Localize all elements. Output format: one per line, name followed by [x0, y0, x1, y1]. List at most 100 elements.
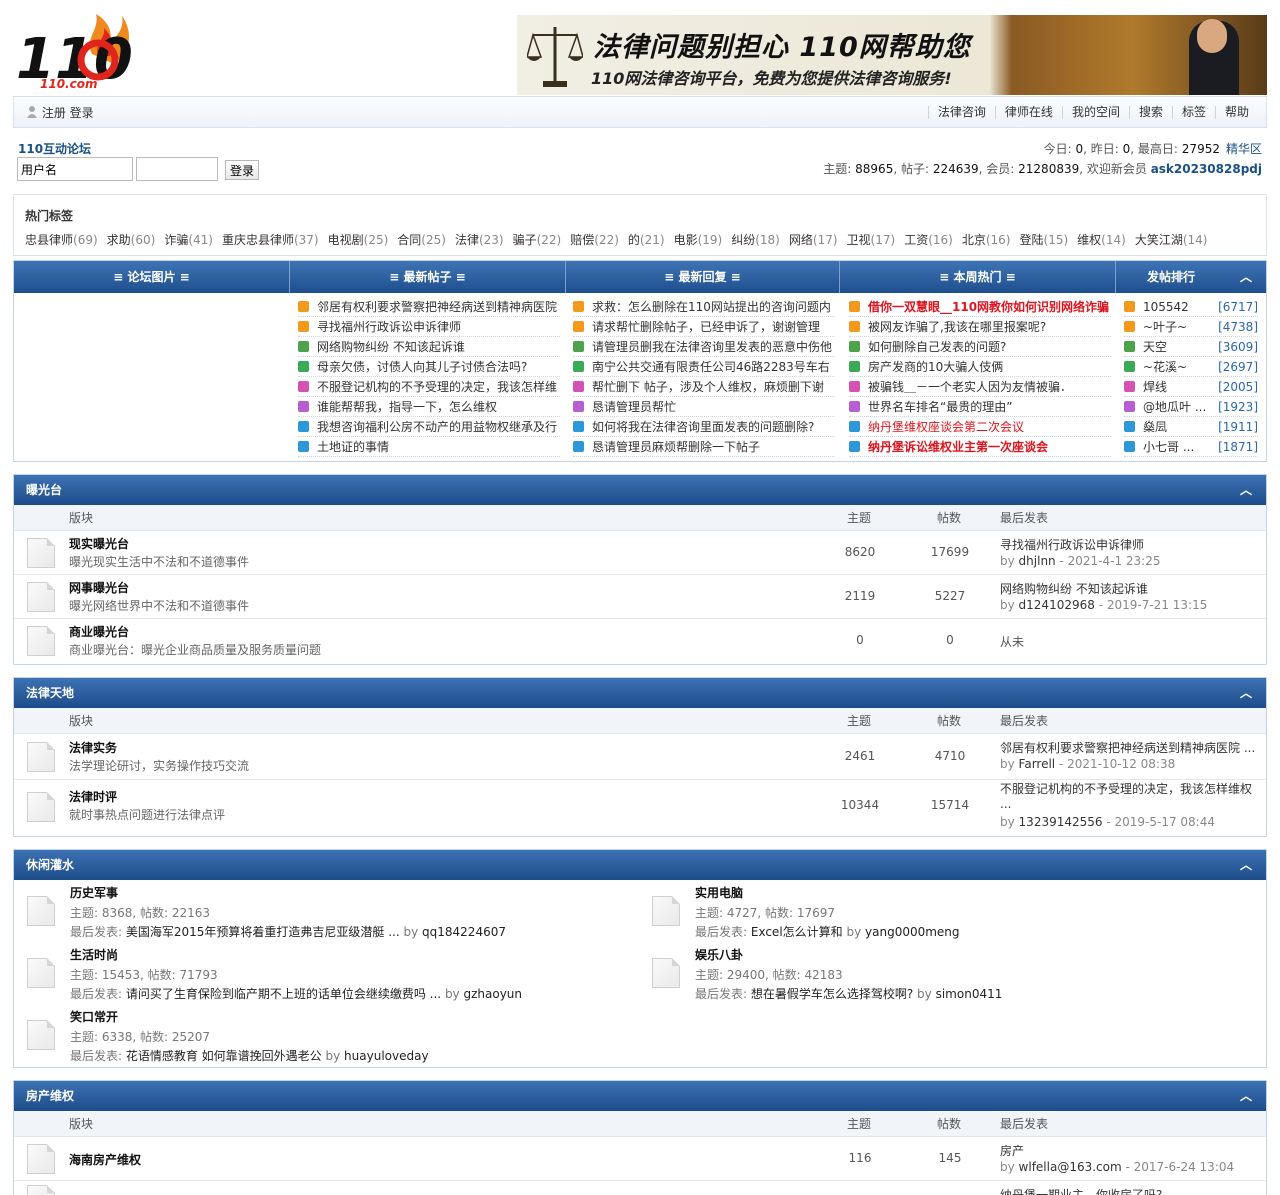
forum-row[interactable]: 法律实务 法学理论研讨，实务操作技巧交流 2461 4710 邻居有权利要求警察… [14, 734, 1266, 780]
hot-tag[interactable]: 网络(17) [789, 233, 838, 247]
portal-list-item[interactable]: 恳请管理员麻烦帮删除一下帖子 [573, 437, 835, 457]
forum-row[interactable]: 海南房产维权 116 145 房产 by wlfella@163.com - 2… [14, 1137, 1266, 1181]
hot-tag-label[interactable]: 法律 [455, 233, 479, 247]
last-post-title[interactable]: 网络购物纠纷 不知该起诉谁 [1000, 580, 1148, 597]
last-post-title[interactable]: 纳丹堡一期业主，你收房了吗? [1000, 1186, 1162, 1195]
rank-user-link[interactable]: ~花溪~ [1143, 357, 1187, 376]
rank-item[interactable]: 105542 [6717] [1124, 297, 1258, 317]
portal-post-link[interactable]: 不服登记机构的不予受理的决定，我该怎样维 [317, 377, 557, 396]
portal-post-link[interactable]: 房产发商的10大骗人伎俩 [868, 357, 1003, 376]
last-post-author[interactable]: Farrell [1019, 757, 1056, 771]
rank-item[interactable]: @地瓜叶 ... [1923] [1124, 397, 1258, 417]
portal-list-item[interactable]: 恳请管理员帮忙 [573, 397, 835, 417]
rank-user-link[interactable]: 燊凨 [1143, 417, 1167, 436]
last-post-author[interactable]: d124102968 [1019, 598, 1095, 612]
forum-row[interactable]: 网事曝光台 曝光网络世界中不法和不道德事件 2119 5227 网络购物纠纷 不… [14, 575, 1266, 619]
rank-item[interactable]: 天空 [3609] [1124, 337, 1258, 357]
last-post-author[interactable]: huayuloveday [344, 1049, 429, 1063]
portal-list-item[interactable]: 如何删除自己发表的问题? [849, 337, 1111, 357]
forum-name[interactable]: 历史军事 [70, 884, 118, 901]
hot-tag-label[interactable]: 重庆忠县律师 [222, 233, 294, 247]
portal-list-item[interactable]: 不服登记机构的不予受理的决定，我该怎样维 [298, 377, 560, 397]
forum-name[interactable]: 现实曝光台 [69, 535, 129, 552]
portal-post-link[interactable]: 寻找福州行政诉讼申诉律师 [317, 317, 461, 336]
hot-tag[interactable]: 卫视(17) [847, 233, 896, 247]
portal-post-link[interactable]: 被网友诈骗了,我该在哪里报案呢? [868, 317, 1046, 336]
portal-list-item[interactable]: 我想咨询福利公房不动产的用益物权继承及行 [298, 417, 560, 437]
last-post-title[interactable]: 花语情感教育 如何靠谱挽回外遇老公 [126, 1049, 322, 1063]
nav-tags[interactable]: 标签 [1171, 106, 1215, 119]
forum-name[interactable]: 实用电脑 [695, 884, 743, 901]
rank-user-link[interactable]: 105542 [1143, 297, 1189, 316]
portal-list-item[interactable]: 纳丹堡维权座谈会第二次会议 [849, 417, 1111, 437]
portal-post-link[interactable]: 求救：怎么删除在110网站提出的咨询问题内 [592, 297, 831, 316]
rank-item[interactable]: 燊凨 [1911] [1124, 417, 1258, 437]
portal-post-link[interactable]: 请求帮忙删除帖子，已经申诉了，谢谢管理 [592, 317, 820, 336]
hot-tag-label[interactable]: 的 [628, 233, 640, 247]
last-post-author[interactable]: 13239142556 [1019, 815, 1103, 829]
portal-post-link[interactable]: 借你一双慧眼__110网教你如何识别网络诈骗 [868, 297, 1109, 316]
forum-cell[interactable]: 实用电脑 主题: 4727, 帖数: 17697 最后发表: Excel怎么计算和 … [639, 880, 1259, 942]
last-post-author[interactable]: wlfella@163.com [1019, 1160, 1122, 1174]
last-post-title[interactable]: 想在暑假学车怎么选择驾校啊? [751, 987, 913, 1001]
rank-user-link[interactable]: 小七哥 ... [1143, 437, 1194, 456]
forum-name[interactable]: 生活时尚 [70, 946, 118, 963]
hot-tag[interactable]: 电影(19) [674, 233, 723, 247]
portal-list-item[interactable]: 被骗钱＿－一个老实人因为友情被骗． [849, 377, 1111, 397]
forum-cell[interactable]: 娱乐八卦 主题: 29400, 帖数: 42183 最后发表: 想在暑假学车怎么选择… [639, 942, 1259, 1004]
hot-tag[interactable]: 电视剧(25) [328, 233, 389, 247]
forum-cell[interactable]: 笑口常开 主题: 6338, 帖数: 25207 最后发表: 花语情感教育 如何靠谱… [14, 1004, 634, 1066]
forum-name[interactable]: 海南房产维权 [69, 1151, 141, 1168]
portal-list-item[interactable]: 邻居有权利要求警察把神经病送到精神病医院 [298, 297, 560, 317]
rank-user-link[interactable]: 焊线 [1143, 377, 1167, 396]
forum-row[interactable]: 纳丹堡一期业主，你收房了吗? [14, 1181, 1266, 1195]
hot-tag[interactable]: 北京(16) [962, 233, 1011, 247]
forum-row[interactable]: 法律时评 就时事热点问题进行法律点评 10344 15714 不服登记机构的不予… [14, 780, 1266, 836]
rank-user-link[interactable]: @地瓜叶 ... [1143, 397, 1206, 416]
rank-item[interactable]: 焊线 [2005] [1124, 377, 1258, 397]
portal-list-item[interactable]: 世界名车排名“最贵的理由” [849, 397, 1111, 417]
portal-post-link[interactable]: 我想咨询福利公房不动产的用益物权继承及行 [317, 417, 557, 436]
portal-list-item[interactable]: 寻找福州行政诉讼申诉律师 [298, 317, 560, 337]
collapse-icon[interactable]: ︿ [1240, 850, 1252, 880]
portal-post-link[interactable]: 南宁公共交通有限责任公司46路2283号车右 [592, 357, 830, 376]
portal-list-item[interactable]: 土地证的事情 [298, 437, 560, 457]
forum-name[interactable]: 法律时评 [69, 788, 117, 805]
last-post-title[interactable]: 不服登记机构的不予受理的决定，我该怎样维权 [1000, 780, 1252, 797]
hot-tag[interactable]: 登陆(15) [1020, 233, 1069, 247]
last-post-title[interactable]: 寻找福州行政诉讼申诉律师 [1000, 536, 1144, 553]
portal-list-item[interactable]: 被网友诈骗了,我该在哪里报案呢? [849, 317, 1111, 337]
last-post-title[interactable]: 美国海军2015年预算将着重打造弗吉尼亚级潜艇 ... [126, 925, 400, 939]
last-post-author[interactable]: yang0000meng [865, 925, 960, 939]
portal-list-item[interactable]: 借你一双慧眼__110网教你如何识别网络诈骗 [849, 297, 1111, 317]
hot-tag-label[interactable]: 诈骗 [164, 233, 188, 247]
auth-links[interactable]: 注册 登录 [26, 104, 94, 121]
newest-member-link[interactable]: ask20230828pdj [1151, 162, 1262, 176]
last-post-author[interactable]: simon0411 [936, 987, 1003, 1001]
hot-tag[interactable]: 大笑江湖(14) [1135, 233, 1208, 247]
hot-tag[interactable]: 赔偿(22) [570, 233, 619, 247]
hot-tag[interactable]: 诈骗(41) [164, 233, 213, 247]
hot-tag-label[interactable]: 北京 [962, 233, 986, 247]
portal-list-item[interactable]: 房产发商的10大骗人伎俩 [849, 357, 1111, 377]
portal-post-link[interactable]: 如何将我在法律咨询里面发表的问题删除? [592, 417, 814, 436]
register-login-link[interactable]: 注册 登录 [42, 106, 94, 120]
portal-list-item[interactable]: 求救：怎么删除在110网站提出的咨询问题内 [573, 297, 835, 317]
portal-post-link[interactable]: 恳请管理员帮忙 [592, 397, 676, 416]
forum-name[interactable]: 商业曝光台 [69, 623, 129, 640]
hot-tag-label[interactable]: 纠纷 [731, 233, 755, 247]
portal-post-link[interactable]: 纳丹堡维权座谈会第二次会议 [868, 417, 1024, 436]
portal-post-link[interactable]: 世界名车排名“最贵的理由” [868, 397, 1012, 416]
collapse-icon[interactable]: ︿ [1240, 475, 1252, 505]
portal-post-link[interactable]: 被骗钱＿－一个老实人因为友情被骗． [868, 377, 1072, 396]
hot-tag-label[interactable]: 合同 [397, 233, 421, 247]
hot-tag-label[interactable]: 卫视 [847, 233, 871, 247]
login-button[interactable]: 登录 [225, 160, 259, 180]
nav-search[interactable]: 搜索 [1128, 106, 1172, 119]
portal-post-link[interactable]: 请管理员删我在法律咨询里发表的恶意中伤他 [592, 337, 832, 356]
nav-my-space[interactable]: 我的空间 [1061, 106, 1129, 119]
section-header[interactable]: 房产维权 ︿ [14, 1081, 1266, 1111]
portal-list-item[interactable]: 纳丹堡诉讼维权业主第一次座谈会 [849, 437, 1111, 457]
hot-tag[interactable]: 维权(14) [1077, 233, 1126, 247]
hot-tag[interactable]: 法律(23) [455, 233, 504, 247]
